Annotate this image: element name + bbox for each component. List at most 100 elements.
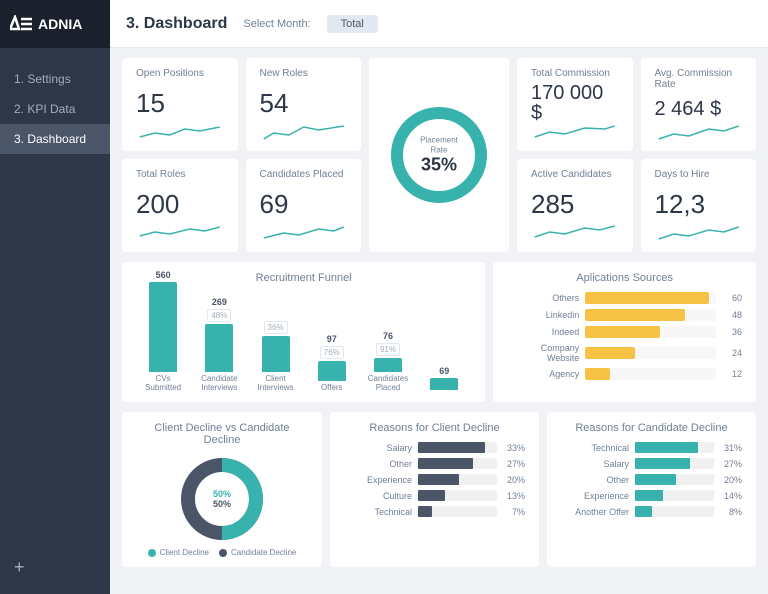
client-reason-exp-bar: [418, 474, 459, 485]
sidebar-item-settings[interactable]: 1. Settings: [0, 64, 110, 94]
source-bar-others: [585, 292, 709, 304]
funnel-chart: 560 CVs Submitted 269 48% Candidate Inte…: [136, 292, 471, 392]
funnel-bar-cvs-rect: [149, 282, 177, 372]
kpi-total-commission-value: 170 000 $: [531, 83, 619, 123]
client-reason-other-bar: [418, 458, 473, 469]
cand-reason-salary-val: 27%: [720, 459, 742, 469]
client-reason-experience: Experience 20%: [344, 474, 525, 485]
kpi-new-roles: New Roles 54: [246, 58, 362, 151]
funnel-label-cvs: CVs Submitted: [140, 374, 186, 392]
source-name-agency: Agency: [507, 369, 579, 379]
kpi-total-roles: Total Roles 200: [122, 159, 238, 252]
cand-reason-other-bar: [635, 474, 676, 485]
source-name-linkedin: Linkedin: [507, 310, 579, 320]
funnel-bar-placed-rect: [374, 358, 402, 372]
legend-dot-candidate: [219, 549, 227, 557]
app-sources-title: Aplications Sources: [507, 272, 742, 284]
plus-button[interactable]: +: [0, 541, 110, 594]
cand-reason-technical: Technical 31%: [561, 442, 742, 453]
funnel-pct-placed: 91%: [376, 343, 400, 356]
client-reasons-card: Reasons for Client Decline Salary 33% Ot…: [330, 412, 539, 567]
kpi-candidates-placed: Candidates Placed 69: [246, 159, 362, 252]
sidebar-item-kpi[interactable]: 2. KPI Data: [0, 94, 110, 124]
kpi-open-positions-value: 15: [136, 90, 224, 116]
source-bar-website: [585, 347, 635, 359]
kpi-open-positions: Open Positions 15: [122, 58, 238, 151]
sidebar-logo: ADNIA: [0, 0, 110, 48]
kpi-new-roles-value: 54: [260, 90, 348, 116]
funnel-val-final: 69: [439, 366, 449, 376]
client-reason-other: Other 27%: [344, 458, 525, 469]
source-row-website: Company Website 24: [507, 343, 742, 363]
candidate-reasons-title: Reasons for Candidate Decline: [561, 422, 742, 434]
kpi-avg-commission-value: 2 464 $: [655, 99, 743, 119]
kpi-total-commission-label: Total Commission: [531, 68, 619, 79]
kpi-days-to-hire-value: 12,3: [655, 191, 743, 217]
funnel-bar-client-rect: [262, 336, 290, 372]
placement-donut-label: Placement Rate 35%: [412, 135, 467, 176]
page-title: 3. Dashboard: [126, 15, 227, 33]
charts-row: Recruitment Funnel 560 CVs Submitted 269…: [122, 262, 756, 402]
funnel-bar-offers: 97 76% Offers: [309, 334, 355, 392]
client-reason-salary: Salary 33%: [344, 442, 525, 453]
cand-reason-exp-val: 14%: [720, 491, 742, 501]
source-bar-agency: [585, 368, 610, 380]
sidebar-nav: 1. Settings 2. KPI Data 3. Dashboard: [0, 48, 110, 541]
candidate-reasons-list: Technical 31% Salary 27% Other 20%: [561, 442, 742, 517]
kpi-avg-commission: Avg. Commission Rate 2 464 $: [641, 58, 757, 151]
source-row-others: Others 60: [507, 292, 742, 304]
client-reason-other-val: 27%: [503, 459, 525, 469]
funnel-bar-placed: 76 91% Candidates Placed: [365, 331, 411, 392]
funnel-val-offers: 97: [327, 334, 337, 344]
client-reasons-list: Salary 33% Other 27% Experience 20%: [344, 442, 525, 517]
main-header: 3. Dashboard Select Month: Total: [110, 0, 768, 48]
placement-rate-card: Placement Rate 35%: [369, 58, 509, 252]
source-val-others: 60: [722, 293, 742, 303]
cand-reason-offer-bar: [635, 506, 652, 517]
cand-reason-technical-name: Technical: [561, 443, 629, 453]
client-reason-culture: Culture 13%: [344, 490, 525, 501]
funnel-chart-title: Recruitment Funnel: [136, 272, 471, 284]
legend-label-candidate: Candidate Decline: [231, 548, 296, 557]
source-bar-wrap-indeed: [585, 326, 716, 338]
funnel-bar-client-interviews: 36% Client Interviews: [252, 319, 298, 392]
kpi-days-to-hire-label: Days to Hire: [655, 169, 743, 180]
client-reason-culture-name: Culture: [344, 491, 412, 501]
source-val-indeed: 36: [722, 327, 742, 337]
decline-pct-candidate: 50%: [213, 499, 231, 509]
funnel-chart-card: Recruitment Funnel 560 CVs Submitted 269…: [122, 262, 485, 402]
source-bar-linkedin: [585, 309, 684, 321]
placement-rate-value: 35%: [412, 155, 467, 176]
source-bar-wrap-agency: [585, 368, 716, 380]
legend-label-client: Client Decline: [160, 548, 209, 557]
client-reason-technical: Technical 7%: [344, 506, 525, 517]
sidebar-item-dashboard[interactable]: 3. Dashboard: [0, 124, 110, 154]
client-reason-technical-val: 7%: [503, 507, 525, 517]
source-name-website: Company Website: [507, 343, 579, 363]
source-val-linkedin: 48: [722, 310, 742, 320]
source-row-agency: Agency 12: [507, 368, 742, 380]
kpi-active-candidates: Active Candidates 285: [517, 159, 633, 252]
month-button[interactable]: Total: [327, 15, 378, 33]
client-reason-culture-val: 13%: [503, 491, 525, 501]
kpi-candidates-placed-label: Candidates Placed: [260, 169, 348, 180]
cand-reason-salary: Salary 27%: [561, 458, 742, 469]
kpi-active-candidates-value: 285: [531, 191, 619, 217]
main-area: 3. Dashboard Select Month: Total Open Po…: [110, 0, 768, 594]
kpi-section: Open Positions 15 New Roles 54 Total Rol…: [122, 58, 756, 252]
sidebar-logo-text: ADNIA: [38, 16, 82, 32]
app-sources-card: Aplications Sources Others 60 Linkedin: [493, 262, 756, 402]
cand-reason-offer-name: Another Offer: [561, 507, 629, 517]
cand-reason-salary-bar: [635, 458, 690, 469]
placement-rate-title: Placement Rate: [420, 136, 458, 155]
client-reason-exp-name: Experience: [344, 475, 412, 485]
source-bar-indeed: [585, 326, 660, 338]
placement-donut: Placement Rate 35%: [384, 100, 494, 210]
cand-reason-other-name: Other: [561, 475, 629, 485]
funnel-pct-client: 36%: [264, 321, 288, 334]
source-val-website: 24: [722, 348, 742, 358]
decline-donut-container: 50% 50%: [136, 454, 308, 544]
funnel-val-placed: 76: [383, 331, 393, 341]
client-reasons-title: Reasons for Client Decline: [344, 422, 525, 434]
cand-reason-another-offer: Another Offer 8%: [561, 506, 742, 517]
